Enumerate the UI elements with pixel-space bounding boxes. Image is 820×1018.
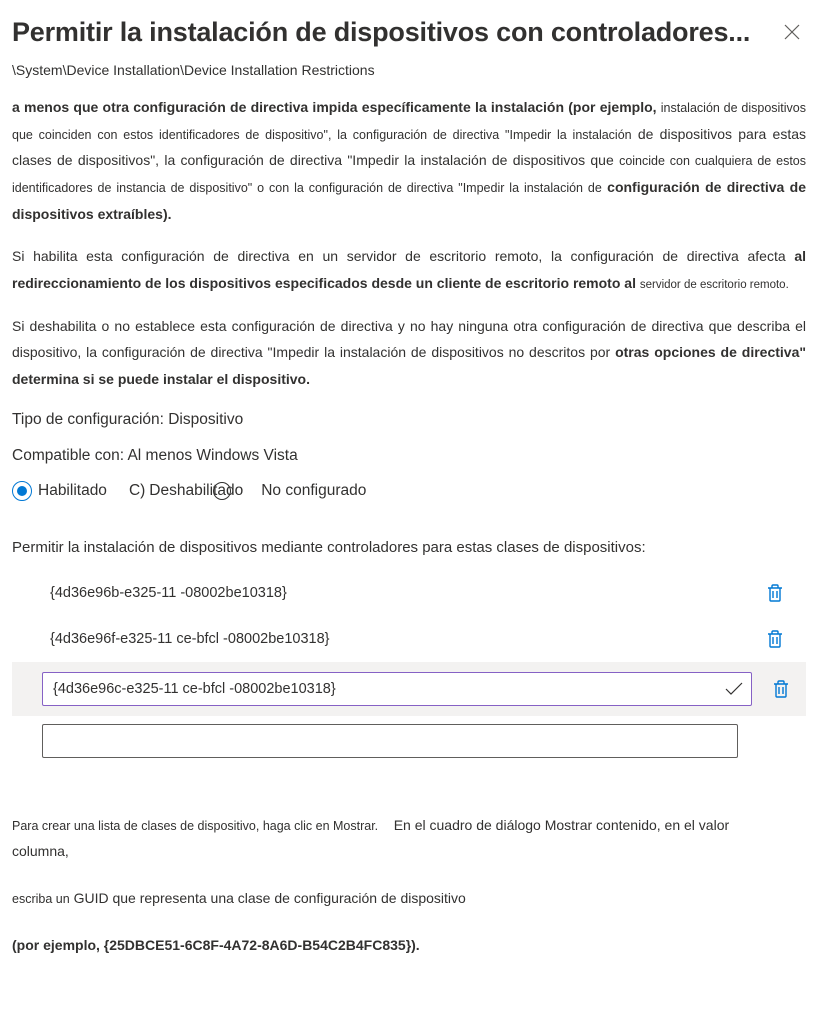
footer-help: Para crear una lista de clases de dispos… [12, 812, 806, 959]
trash-icon [766, 583, 784, 603]
radio-circle-icon [12, 481, 32, 501]
footer-text: columna, [12, 843, 69, 859]
footer-text: escriba un [12, 892, 70, 906]
radio-not-configured[interactable]: No configurado [261, 482, 366, 500]
device-class-input[interactable]: {4d36e96c-e325-11 ce-bfcl -08002be10318} [42, 672, 752, 706]
list-label: Permitir la instalación de dispositivos … [12, 539, 806, 556]
config-type: Tipo de configuración: Dispositivo [12, 411, 806, 429]
list-item-value: {4d36e96f-e325-11 ce-bfcl -08002be10318} [50, 631, 752, 647]
radio-enabled[interactable]: Habilitado [12, 481, 107, 501]
list-item-value: {4d36e96b-e325-11 -08002be10318} [50, 585, 752, 601]
device-class-new-input[interactable] [42, 724, 738, 758]
list-item-new [12, 716, 806, 766]
radio-label: No configurado [261, 482, 366, 500]
compatible-with: Compatible con: Al menos Windows Vista [12, 447, 806, 465]
list-item-editing: {4d36e96c-e325-11 ce-bfcl -08002be10318} [12, 662, 806, 716]
device-class-list: {4d36e96b-e325-11 -08002be10318} {4d36e9… [12, 570, 806, 766]
list-item: {4d36e96f-e325-11 ce-bfcl -08002be10318} [12, 616, 806, 662]
breadcrumb: \System\Device Installation\Device Insta… [12, 62, 806, 78]
confirm-button[interactable] [720, 675, 748, 703]
footer-text: GUID que representa una clase de configu… [74, 890, 466, 906]
footer-text: En el cuadro de diálogo Mostrar contenid… [394, 817, 729, 833]
desc-text: servidor de escritorio remoto. [640, 279, 789, 291]
delete-button[interactable] [762, 626, 788, 652]
page-title: Permitir la instalación de dispositivos … [12, 16, 770, 50]
radio-circle-icon [213, 482, 231, 500]
delete-button[interactable] [768, 676, 794, 702]
footer-text: Para crear una lista de clases de dispos… [12, 819, 378, 833]
desc-text: a menos que otra configuración de direct… [12, 99, 657, 115]
trash-icon [772, 679, 790, 699]
list-item: {4d36e96b-e325-11 -08002be10318} [12, 570, 806, 616]
input-value: {4d36e96c-e325-11 ce-bfcl -08002be10318} [53, 681, 336, 697]
policy-description: a menos que otra configuración de direct… [12, 94, 806, 393]
footer-text: (por ejemplo, {25DBCE51-6C8F-4A72-8A6D-B… [12, 932, 806, 959]
radio-label: Habilitado [38, 482, 107, 500]
trash-icon [766, 629, 784, 649]
desc-text: Si habilita esta configuración de direct… [12, 248, 786, 264]
check-icon [725, 682, 743, 696]
close-button[interactable] [778, 18, 806, 46]
radio-label-prefix: C) [129, 482, 145, 500]
radio-disabled[interactable]: C) Deshabilitado [129, 482, 231, 500]
close-icon [784, 24, 800, 40]
delete-button[interactable] [762, 580, 788, 606]
setting-radio-group: Habilitado C) Deshabilitado No configura… [12, 481, 806, 501]
